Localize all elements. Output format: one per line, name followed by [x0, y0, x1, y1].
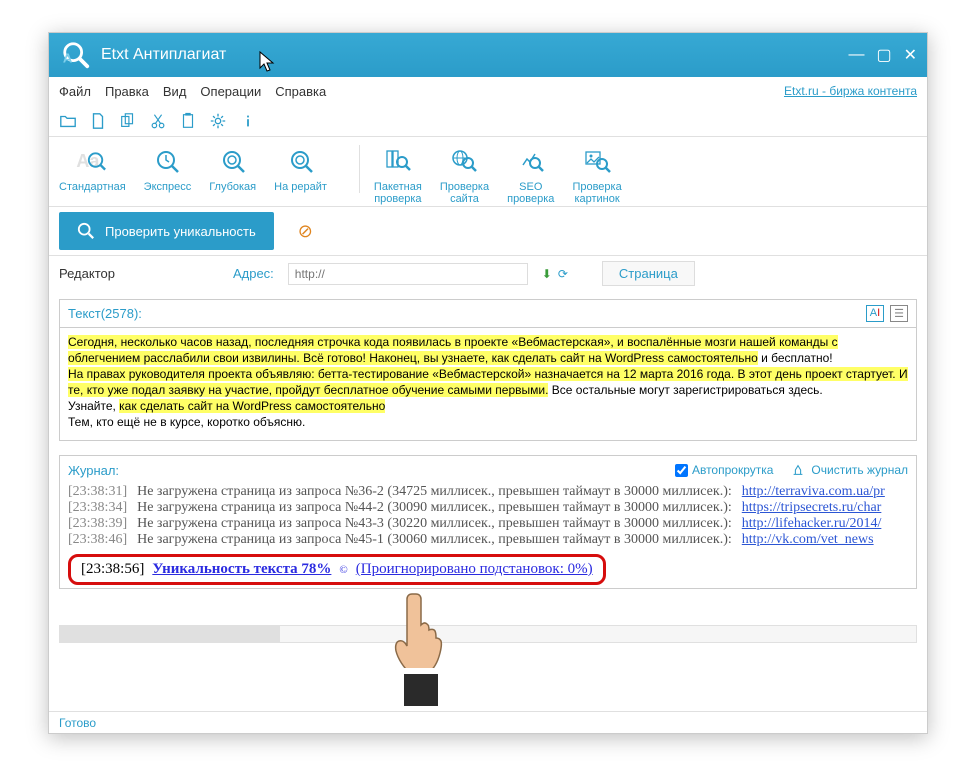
etxt-link[interactable]: Etxt.ru - биржа контента [784, 84, 917, 98]
menu-operations[interactable]: Операции [200, 84, 261, 99]
paste-icon[interactable] [179, 112, 197, 130]
mode-deep-label: Глубокая [209, 181, 256, 193]
refresh-icon[interactable]: ⟳ [558, 267, 568, 281]
log-block: Журнал: Автопрокрутка Очистить журнал [2… [59, 455, 917, 589]
mode-rewrite-label: На рерайт [274, 181, 327, 193]
maximize-icon[interactable]: ▢ [876, 45, 891, 65]
minimize-icon[interactable]: — [848, 46, 864, 64]
editor-block: Текст(2578): AI ☰ Сегодня, несколько час… [59, 299, 917, 441]
menu-file[interactable]: Файл [59, 84, 91, 99]
copy-files-icon[interactable] [119, 112, 137, 130]
mode-standard[interactable]: Aa Стандартная [59, 145, 126, 193]
log-row: [23:38:31]Не загружена страница из запро… [68, 484, 908, 500]
editor-textarea[interactable]: Сегодня, несколько часов назад, последня… [60, 328, 916, 440]
editor-head-label: Текст(2578): [68, 306, 142, 321]
close-icon[interactable]: ✕ [904, 45, 917, 65]
editor-tab[interactable]: Редактор [59, 266, 115, 281]
cut-icon[interactable] [149, 112, 167, 130]
info-icon[interactable] [239, 112, 257, 130]
menu-edit[interactable]: Правка [105, 84, 149, 99]
settings-icon[interactable] [209, 112, 227, 130]
svg-text:A: A [63, 51, 73, 66]
mode-batch[interactable]: Пакетная проверка [374, 145, 422, 205]
mode-site-label: Проверка сайта [440, 181, 489, 205]
download-icon[interactable]: ⬇ [542, 267, 552, 281]
mode-seo[interactable]: SEO проверка [507, 145, 554, 205]
log-row: [23:38:39]Не загружена страница из запро… [68, 516, 908, 532]
log-head-label: Журнал: [68, 463, 119, 478]
horizontal-scrollbar[interactable] [59, 625, 917, 643]
mode-site[interactable]: Проверка сайта [440, 145, 489, 205]
menu-view[interactable]: Вид [163, 84, 187, 99]
app-icon: A [59, 38, 93, 72]
mode-seo-label: SEO проверка [507, 181, 554, 205]
result-ignore-link[interactable]: (Проигнорировано подстановок: 0%) [356, 561, 593, 578]
clear-log-button[interactable]: Очистить журнал [791, 463, 908, 477]
app-title: Etxt Антиплагиат [101, 46, 848, 64]
font-format-icon[interactable]: AI [866, 305, 884, 322]
log-head: Журнал: Автопрокрутка Очистить журнал [60, 456, 916, 484]
titlebar: A Etxt Антиплагиат — ▢ ✕ [49, 33, 927, 77]
address-row: Редактор Адрес: ⬇ ⟳ Страница [49, 255, 927, 291]
open-folder-icon[interactable] [59, 112, 77, 130]
log-body[interactable]: [23:38:31]Не загружена страница из запро… [60, 484, 916, 588]
status-text: Готово [59, 716, 96, 730]
statusbar: Готово [49, 711, 927, 733]
menubar: Файл Правка Вид Операции Справка Etxt.ru… [49, 77, 927, 105]
mode-rewrite[interactable]: На рерайт [274, 145, 327, 193]
toolbar-icons [49, 105, 927, 137]
mode-deep[interactable]: Глубокая [209, 145, 256, 193]
mode-images-label: Проверка картинок [572, 181, 621, 205]
editor-head: Текст(2578): AI ☰ [60, 300, 916, 328]
app-window: A Etxt Антиплагиат — ▢ ✕ Файл Правка Вид… [48, 32, 928, 734]
address-input[interactable] [288, 263, 528, 285]
new-file-icon[interactable] [89, 112, 107, 130]
log-row: [23:38:34]Не загружена страница из запро… [68, 500, 908, 516]
broom-icon [791, 463, 805, 477]
result-highlight: [23:38:56] Уникальность текста 78%© (Про… [68, 554, 606, 585]
stop-icon[interactable]: ⊘ [298, 221, 313, 242]
list-view-icon[interactable]: ☰ [890, 305, 908, 322]
page-tab[interactable]: Страница [602, 261, 695, 286]
menu-help[interactable]: Справка [275, 84, 326, 99]
address-label: Адрес: [233, 266, 274, 281]
search-icon [77, 222, 95, 240]
mode-toolbar: Aa Стандартная Экспресс Глубокая На рера… [49, 137, 927, 207]
log-row: [23:38:46]Не загружена страница из запро… [68, 532, 908, 548]
mode-batch-label: Пакетная проверка [374, 181, 422, 205]
mode-express[interactable]: Экспресс [144, 145, 192, 193]
mode-images[interactable]: Проверка картинок [572, 145, 621, 205]
mode-standard-label: Стандартная [59, 181, 126, 193]
mode-express-label: Экспресс [144, 181, 192, 193]
result-link[interactable]: Уникальность текста 78% [152, 561, 331, 578]
actionbar: Проверить уникальность ⊘ [49, 207, 927, 255]
check-uniqueness-button[interactable]: Проверить уникальность [59, 212, 274, 250]
autoscroll-checkbox[interactable]: Автопрокрутка [675, 463, 773, 477]
check-button-label: Проверить уникальность [105, 224, 256, 239]
